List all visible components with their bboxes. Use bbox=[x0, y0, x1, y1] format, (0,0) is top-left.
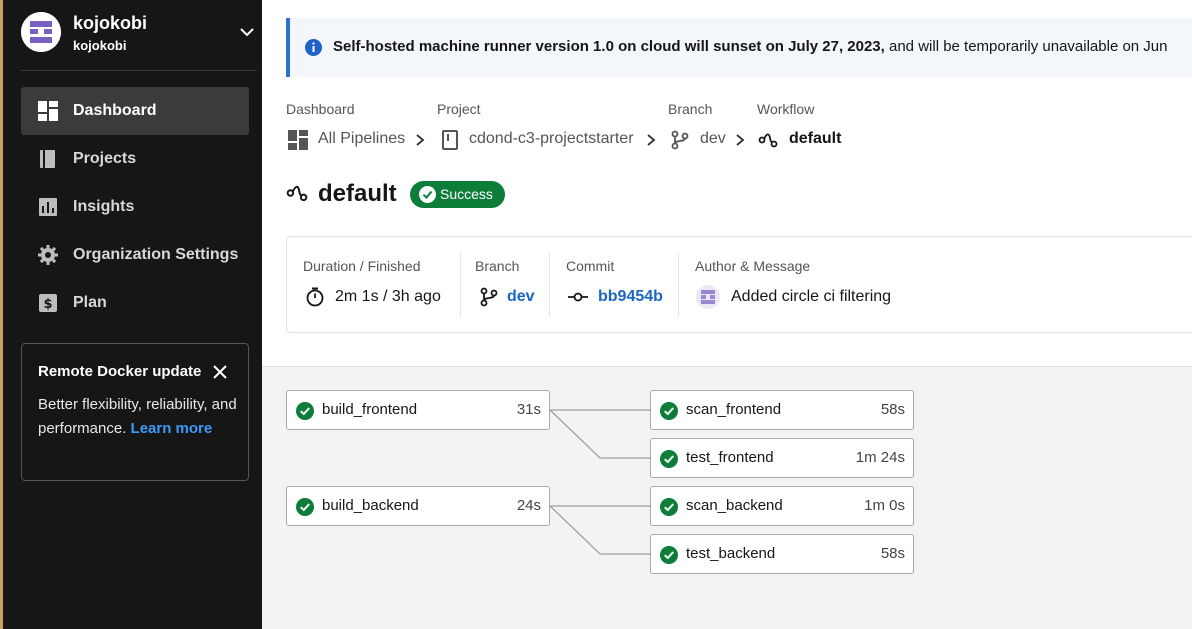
meta-duration-value: 2m 1s / 3h ago bbox=[335, 288, 441, 305]
success-check-icon bbox=[296, 498, 314, 516]
crumb-head-branch: Branch bbox=[668, 101, 713, 117]
gear-icon bbox=[38, 245, 58, 265]
workflow-graph: build_frontend 31s scan_frontend 58s tes… bbox=[262, 366, 1192, 629]
meta-branch-head: Branch bbox=[475, 258, 520, 274]
close-icon[interactable] bbox=[212, 364, 228, 380]
job-scan-backend[interactable]: scan_backend 1m 0s bbox=[650, 486, 914, 526]
sidebar-item-label: Organization Settings bbox=[73, 246, 239, 263]
dashboard-icon bbox=[38, 101, 58, 121]
chevron-right-icon bbox=[647, 134, 656, 146]
success-check-icon bbox=[660, 402, 678, 420]
meta-branch-link[interactable]: dev bbox=[507, 288, 535, 306]
svg-text:$: $ bbox=[43, 297, 52, 312]
meta-duration-head: Duration / Finished bbox=[303, 258, 421, 274]
job-duration: 58s bbox=[880, 545, 905, 562]
branch-icon bbox=[671, 130, 689, 150]
project-icon bbox=[442, 130, 458, 150]
job-build-backend[interactable]: build_backend 24s bbox=[286, 486, 550, 526]
promo-title: Remote Docker update bbox=[38, 363, 202, 380]
success-check-icon bbox=[660, 450, 678, 468]
info-icon bbox=[305, 39, 322, 56]
meta-branch: Branch dev bbox=[461, 237, 549, 332]
crumb-head-workflow: Workflow bbox=[757, 101, 815, 117]
job-name: test_backend bbox=[686, 545, 776, 562]
chevron-right-icon bbox=[736, 134, 745, 146]
success-check-icon bbox=[660, 546, 678, 564]
check-circle-icon bbox=[419, 186, 436, 203]
org-subtitle: kojokobi bbox=[73, 38, 127, 53]
status-badge: Success bbox=[410, 181, 505, 208]
job-test-frontend[interactable]: test_frontend 1m 24s bbox=[650, 438, 914, 478]
sunset-banner: Self-hosted machine runner version 1.0 o… bbox=[286, 18, 1192, 77]
breadcrumb-branch[interactable]: dev bbox=[700, 130, 726, 150]
workflow-icon bbox=[286, 185, 308, 202]
remote-docker-promo: Remote Docker update Better flexibility,… bbox=[21, 343, 249, 481]
sidebar-item-label: Insights bbox=[73, 198, 135, 215]
meta-commit-message: Added circle ci filtering bbox=[731, 288, 892, 305]
job-duration: 31s bbox=[516, 401, 541, 418]
chart-icon bbox=[39, 198, 57, 216]
avatar-pattern-icon bbox=[21, 12, 61, 52]
success-check-icon bbox=[296, 402, 314, 420]
meta-author: Author & Message Added circle ci filteri… bbox=[679, 237, 1099, 332]
job-name: scan_frontend bbox=[686, 401, 782, 418]
sidebar-item-label: Projects bbox=[73, 150, 137, 167]
sidebar-item-dashboard[interactable]: Dashboard bbox=[21, 87, 249, 135]
job-duration: 1m 0s bbox=[864, 497, 905, 514]
status-label: Success bbox=[440, 186, 493, 202]
breadcrumb-all-pipelines[interactable]: All Pipelines bbox=[318, 130, 405, 150]
learn-more-link[interactable]: Learn more bbox=[131, 420, 213, 437]
job-name: test_frontend bbox=[686, 449, 774, 466]
breadcrumb-project[interactable]: cdond-c3-projectstarter bbox=[469, 130, 634, 150]
stopwatch-icon bbox=[306, 287, 324, 307]
crumb-head-project: Project bbox=[437, 101, 481, 117]
breadcrumb-workflow: default bbox=[789, 130, 842, 147]
job-name: scan_backend bbox=[686, 497, 783, 514]
sidebar-item-projects[interactable]: Projects bbox=[21, 135, 249, 183]
meta-author-head: Author & Message bbox=[695, 258, 811, 274]
workflow-icon bbox=[758, 133, 778, 148]
org-avatar bbox=[21, 12, 61, 52]
meta-duration: Duration / Finished 2m 1s / 3h ago bbox=[287, 237, 461, 332]
meta-commit: Commit bb9454b bbox=[550, 237, 678, 332]
sidebar-item-label: Plan bbox=[73, 294, 107, 311]
job-name: build_backend bbox=[322, 497, 419, 514]
job-duration: 1m 24s bbox=[855, 449, 905, 466]
dollar-icon: $ bbox=[39, 294, 57, 312]
meta-commit-head: Commit bbox=[566, 258, 615, 274]
job-build-frontend[interactable]: build_frontend 31s bbox=[286, 390, 550, 430]
branch-icon bbox=[480, 287, 498, 307]
banner-text: Self-hosted machine runner version 1.0 o… bbox=[333, 38, 1168, 55]
main-content: Self-hosted machine runner version 1.0 o… bbox=[262, 0, 1192, 629]
sidebar: kojokobi kojokobi Dashboard Projects Ins… bbox=[0, 0, 262, 629]
job-scan-frontend[interactable]: scan_frontend 58s bbox=[650, 390, 914, 430]
chevron-right-icon bbox=[416, 134, 425, 146]
job-name: build_frontend bbox=[322, 401, 418, 418]
sidebar-item-insights[interactable]: Insights bbox=[21, 183, 249, 231]
job-duration: 24s bbox=[516, 497, 541, 514]
crumb-head-dashboard: Dashboard bbox=[286, 101, 355, 117]
job-duration: 58s bbox=[880, 401, 905, 418]
sidebar-divider bbox=[21, 70, 257, 71]
book-icon bbox=[40, 150, 55, 168]
dashboard-icon bbox=[288, 130, 308, 150]
job-test-backend[interactable]: test_backend 58s bbox=[650, 534, 914, 574]
promo-body: Better flexibility, reliability, and per… bbox=[38, 393, 238, 441]
chevron-down-icon bbox=[240, 28, 254, 37]
org-name: kojokobi bbox=[73, 13, 148, 33]
success-check-icon bbox=[660, 498, 678, 516]
banner-text-rest: and will be temporarily unavailable on J… bbox=[884, 38, 1168, 55]
commit-icon bbox=[568, 292, 588, 302]
sidebar-item-plan[interactable]: $ Plan bbox=[21, 279, 249, 327]
org-switcher[interactable]: kojokobi kojokobi bbox=[21, 12, 261, 56]
pipeline-meta-panel: Duration / Finished 2m 1s / 3h ago Branc… bbox=[286, 236, 1192, 333]
workflow-title: default bbox=[318, 180, 397, 207]
sidebar-item-label: Dashboard bbox=[73, 102, 157, 119]
meta-commit-link[interactable]: bb9454b bbox=[598, 288, 663, 306]
sidebar-item-organization-settings[interactable]: Organization Settings bbox=[21, 231, 249, 279]
author-avatar bbox=[696, 285, 720, 309]
banner-text-bold: Self-hosted machine runner version 1.0 o… bbox=[333, 38, 885, 55]
